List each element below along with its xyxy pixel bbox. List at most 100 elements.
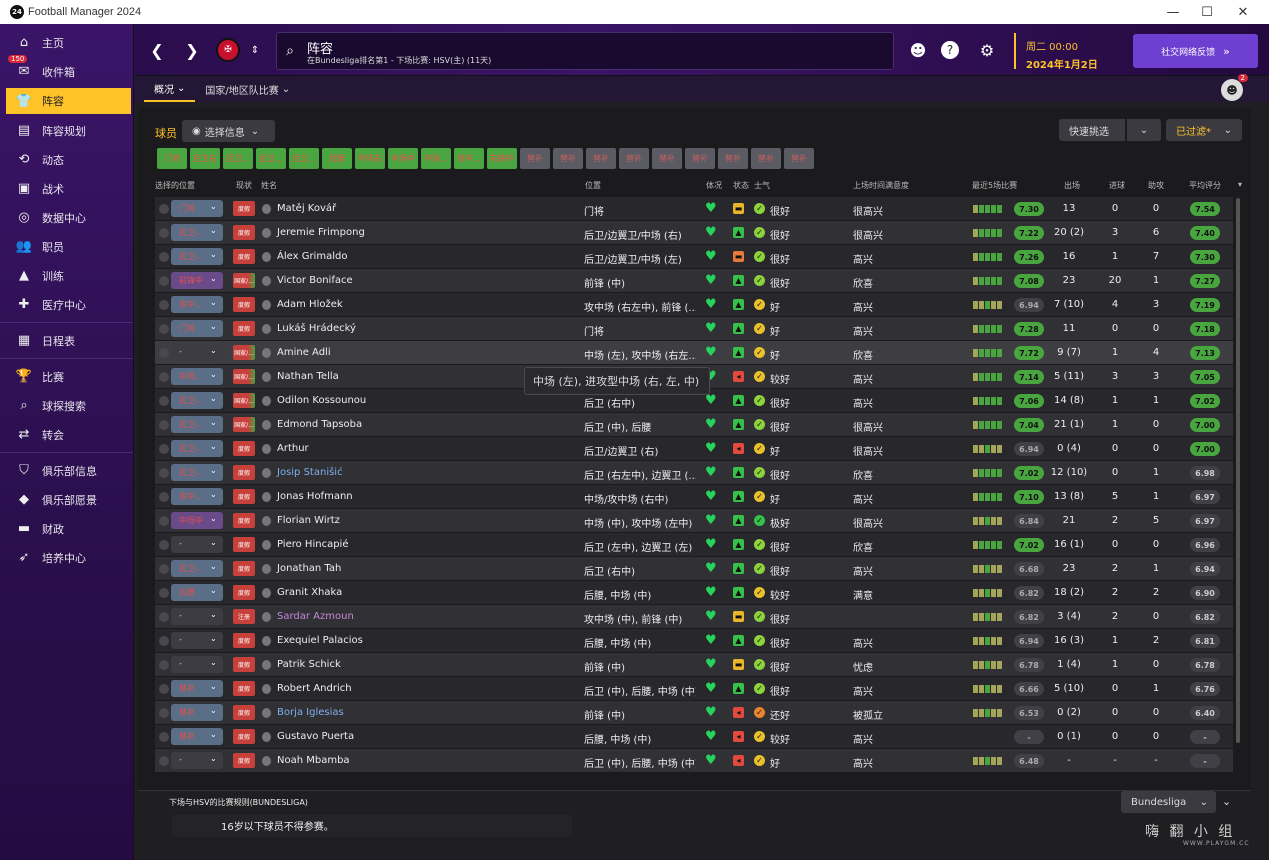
sidebar-item-10[interactable]: ▦ 日程表 <box>0 326 133 355</box>
table-row[interactable]: - ⌄ 国家/... Amine Adli 中场 (左), 攻中场 (右左... ♥ ▲ ✓ 好… <box>155 341 1233 365</box>
player-name-link[interactable]: Noah Mbamba <box>277 755 350 766</box>
club-switch-chevron-icon[interactable]: ⇕ <box>244 39 266 61</box>
row-radio[interactable] <box>159 468 169 478</box>
col-select[interactable]: 选择的位置 <box>155 180 195 191</box>
fm-skull-icon[interactable]: ☻ <box>907 39 929 61</box>
player-name-link[interactable]: Robert Andrich <box>277 683 352 694</box>
tab-overview[interactable]: 概况 ⌄ <box>144 76 196 102</box>
row-radio[interactable] <box>159 396 169 406</box>
player-name-link[interactable]: Matěj Kovář <box>277 203 336 214</box>
table-row[interactable]: 替补 ⌄ 度假 Borja Iglesias 前锋 (中) ♥ ◂ ✓ 还好 被孤立 6.53 0 (… <box>155 701 1233 725</box>
row-radio[interactable] <box>159 660 169 670</box>
player-name-link[interactable]: Arthur <box>277 443 309 454</box>
row-radio[interactable] <box>159 300 169 310</box>
player-name-link[interactable]: Sardar Azmoun <box>277 611 354 622</box>
sidebar-item-11[interactable]: 🏆 比赛 <box>0 362 133 391</box>
position-tab[interactable]: 攻中... <box>454 148 484 169</box>
player-name-link[interactable]: Josip Stanišić <box>277 467 343 478</box>
row-radio[interactable] <box>159 708 169 718</box>
row-radio[interactable] <box>159 732 169 742</box>
col-goals[interactable]: 进球 <box>1109 180 1125 191</box>
row-radio[interactable] <box>159 372 169 382</box>
table-row[interactable]: - ⌄ 度假 Patrik Schick 前锋 (中) ♥ ▬ ✓ 很好 忧虑 6.78 1 (4) 1… <box>155 653 1233 677</box>
row-radio[interactable] <box>159 564 169 574</box>
sidebar-item-15[interactable]: ◆ 俱乐部愿景 <box>0 485 133 514</box>
social-feedback-button[interactable]: 社交网络反馈 » <box>1133 34 1258 68</box>
quick-pick-button[interactable]: 快速挑选 <box>1059 119 1125 141</box>
table-row[interactable]: 后卫... ⌄ 国家/... Edmond Tapsoba 后卫 (中), 后腰 ♥ ▲ ✓ 很… <box>155 413 1233 437</box>
player-name-link[interactable]: Jonathan Tah <box>277 563 341 574</box>
position-tab[interactable]: 中场右 <box>355 148 385 169</box>
table-row[interactable]: 后卫... ⌄ 度假 Jeremie Frimpong 后卫/边翼卫/中场 (右) ♥ ▲ ✓… <box>155 221 1233 245</box>
player-name-link[interactable]: Borja Iglesias <box>277 707 344 718</box>
position-tab[interactable]: 替补 <box>652 148 682 169</box>
table-row[interactable]: - ⌄ 度假 Noah Mbamba 后卫 (中), 后腰, 中场 (中) ♥ ◂ ✓ 好 高兴 6… <box>155 749 1233 773</box>
player-name-link[interactable]: Gustavo Puerta <box>277 731 354 742</box>
player-name-link[interactable]: Jeremie Frimpong <box>277 227 365 238</box>
col-status[interactable]: 现状 <box>236 180 252 191</box>
table-row[interactable]: 后卫... ⌄ 度假 Josip Stanišić 后卫 (右左中), 边翼卫 (...… <box>155 461 1233 485</box>
close-button[interactable]: ✕ <box>1226 0 1260 24</box>
maximize-button[interactable]: ☐ <box>1190 0 1224 24</box>
row-radio[interactable] <box>159 276 169 286</box>
search-box[interactable]: ⌕ 阵容 在Bundesliga排名第1 - 下场比赛: HSV(主) (11天… <box>276 32 894 70</box>
manager-avatar[interactable]: ☻ 2 <box>1221 74 1248 101</box>
col-assists[interactable]: 助攻 <box>1148 180 1164 191</box>
position-tab[interactable]: 后卫... <box>223 148 253 169</box>
club-crest-icon[interactable]: ✠ <box>216 38 240 62</box>
row-radio[interactable] <box>159 684 169 694</box>
col-fitness[interactable]: 体况 <box>706 180 722 191</box>
sidebar-item-12[interactable]: ⌕ 球探搜索 <box>0 391 133 420</box>
sidebar-item-2[interactable]: 👕 阵容 <box>6 88 131 114</box>
row-radio[interactable] <box>159 420 169 430</box>
col-form[interactable]: 最近5场比赛 <box>972 180 1017 191</box>
table-row[interactable]: - ⌄ 注册 Sardar Azmoun 攻中场 (中), 前锋 (中) ♥ ▬ ✓ 很好 6.8… <box>155 605 1233 629</box>
col-apps[interactable]: 出场 <box>1064 180 1080 191</box>
sidebar-item-5[interactable]: ▣ 战术 <box>0 174 133 203</box>
select-info-button[interactable]: ◉ 选择信息 ⌄ <box>182 120 275 142</box>
player-name-link[interactable]: Patrik Schick <box>277 659 341 670</box>
collapse-chevron-icon[interactable]: ⌄ <box>1222 795 1231 808</box>
sidebar-item-4[interactable]: ⟲ 动态 <box>0 145 133 174</box>
player-name-link[interactable]: Nathan Tella <box>277 371 339 382</box>
sidebar-item-3[interactable]: ▤ 阵容规划 <box>0 116 133 145</box>
position-tab[interactable]: 中场中 <box>388 148 418 169</box>
sort-chevron-icon[interactable]: ▾ <box>1238 180 1242 189</box>
row-radio[interactable] <box>159 492 169 502</box>
table-row[interactable]: 攻中... ⌄ 度假 Jonas Hofmann 中场/攻中场 (右中) ♥ ▲ ✓ 好高兴 7.… <box>155 485 1233 509</box>
back-arrow-icon[interactable]: ❮ <box>146 39 168 61</box>
position-tab[interactable]: 替补 <box>586 148 616 169</box>
position-tab[interactable]: 中场... <box>421 148 451 169</box>
table-row[interactable]: - ⌄ 度假 Piero Hincapié 后卫 (左中), 边翼卫 (左) ♥ ▲ ✓ 很好欣… <box>155 533 1233 557</box>
sidebar-item-1[interactable]: ✉ 收件箱 150 <box>0 55 133 86</box>
row-radio[interactable] <box>159 252 169 262</box>
col-name[interactable]: 姓名 <box>261 180 277 191</box>
table-row[interactable]: 替补 ⌄ 度假 Gustavo Puerta 后腰, 中场 (中) ♥ ◂ ✓ 较好 高兴 -0 (… <box>155 725 1233 749</box>
table-row[interactable]: 前锋中 ⌄ 国家/... Victor Boniface 前锋 (中) ♥ ▲ ✓ 很好 欣喜 7.… <box>155 269 1233 293</box>
table-row[interactable]: 门将 ⌄ 度假 Matěj Kovář 门将 ♥ ▬ ✓ 很好 很高兴 7.30 13 0 0 7.54 <box>155 197 1233 221</box>
filter-button[interactable]: 已过滤* ⌄ <box>1166 119 1242 141</box>
table-row[interactable]: 后卫... ⌄ 度假 Arthur 后卫/边翼卫 (右) ♥ ◂ ✓ 好很高兴 6.94 0 (4)… <box>155 437 1233 461</box>
row-radio[interactable] <box>159 516 169 526</box>
col-condition[interactable]: 状态 <box>733 180 749 191</box>
table-row[interactable]: 攻中... ⌄ 度假 Adam Hložek 攻中场 (右左中), 前锋 (... ♥ ▲ ✓… <box>155 293 1233 317</box>
player-name-link[interactable]: Granit Xhaka <box>277 587 342 598</box>
sidebar-item-9[interactable]: ✚ 医疗中心 <box>0 290 133 319</box>
col-avg-rating[interactable]: 平均评分 <box>1189 180 1221 191</box>
help-icon[interactable]: ? <box>941 41 959 59</box>
position-tab[interactable]: 后卫... <box>256 148 286 169</box>
table-row[interactable]: 门将 ⌄ 度假 Lukáš Hrádecký 门将 ♥ ▲ ✓ 好高兴 7.28 11 0 0 7.18 <box>155 317 1233 341</box>
position-tab[interactable]: 替补 <box>553 148 583 169</box>
player-name-link[interactable]: Victor Boniface <box>277 275 353 286</box>
sidebar-item-0[interactable]: ⌂ 主页 <box>0 28 133 57</box>
position-tab[interactable]: 后卫... <box>289 148 319 169</box>
table-row[interactable]: 中场中 ⌄ 度假 Florian Wirtz 中场 (中), 攻中场 (左中) ♥ ▲ ✓ 极好… <box>155 509 1233 533</box>
row-radio[interactable] <box>159 204 169 214</box>
position-tab[interactable]: 替补 <box>751 148 781 169</box>
player-name-link[interactable]: Adam Hložek <box>277 299 343 310</box>
sidebar-item-16[interactable]: ▬ 财政 <box>0 514 133 543</box>
player-name-link[interactable]: Exequiel Palacios <box>277 635 363 646</box>
position-tab[interactable]: 门将 <box>157 148 187 169</box>
table-row[interactable]: 后卫... ⌄ 度假 Jonathan Tah 后卫 (右中) ♥ ▲ ✓ 很好 高兴 6.68 23… <box>155 557 1233 581</box>
settings-gear-icon[interactable]: ⚙ <box>976 39 998 61</box>
